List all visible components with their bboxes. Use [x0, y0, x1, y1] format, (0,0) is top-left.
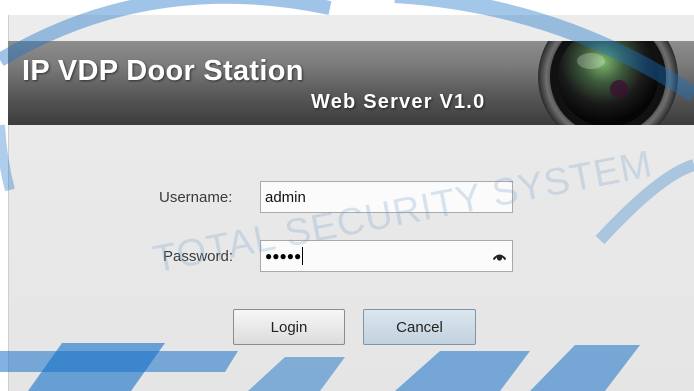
banner-subtitle: Web Server V1.0	[311, 91, 486, 113]
camera-lens-icon	[538, 41, 678, 125]
page: IP VDP Door Station Web Server V1.0 User…	[0, 0, 694, 391]
password-input[interactable]: ●●●●●	[260, 240, 513, 272]
username-label: Username:	[159, 189, 233, 206]
banner-title: IP VDP Door Station	[22, 55, 304, 87]
password-label: Password:	[163, 248, 234, 265]
eye-icon[interactable]	[493, 252, 506, 261]
login-button[interactable]: Login	[233, 309, 345, 345]
header-banner: IP VDP Door Station Web Server V1.0	[8, 41, 694, 125]
cancel-button[interactable]: Cancel	[363, 309, 476, 345]
text-caret	[302, 247, 304, 265]
username-input[interactable]: admin	[260, 181, 513, 213]
password-masked-value: ●●●●●	[265, 249, 302, 263]
username-value: admin	[265, 188, 306, 206]
